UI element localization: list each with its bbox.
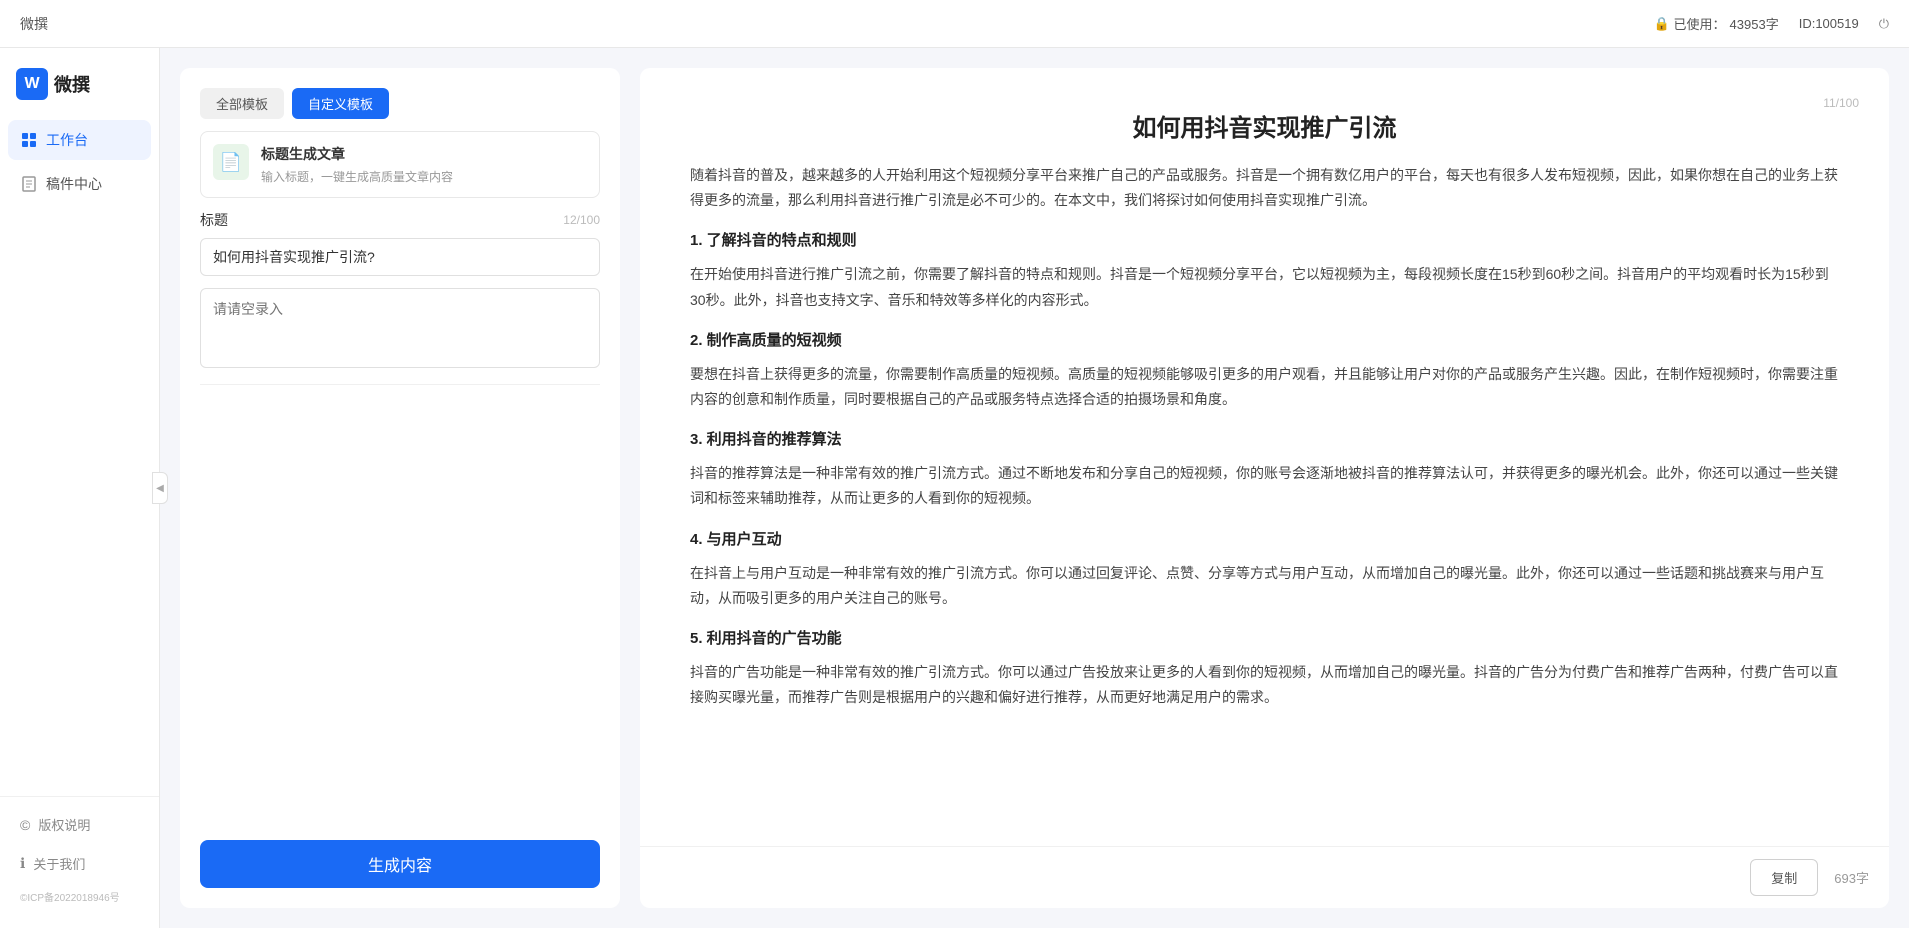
template-tabs: 全部模板 自定义模板: [200, 88, 600, 119]
title-label-row: 标题 12/100: [200, 210, 600, 230]
template-info: 标题生成文章 输入标题，一键生成高质量文章内容: [261, 144, 453, 185]
sidebar: W 微撰 工作台: [0, 48, 160, 928]
article-section-heading: 3. 利用抖音的推荐算法: [690, 426, 1839, 453]
top-bar-title: 微撰: [20, 14, 48, 34]
title-field-label: 标题: [200, 210, 228, 230]
template-name: 标题生成文章: [261, 144, 453, 164]
icp-text: ©ICP备2022018946号: [8, 885, 151, 908]
top-bar: 微撰 🔒 已使用： 43953字 ID:100519 ⏻: [0, 0, 1909, 48]
sidebar-nav: 工作台 稿件中心: [0, 120, 159, 796]
word-count: 693字: [1834, 868, 1869, 887]
article-body: 随着抖音的普及，越来越多的人开始利用这个短视频分享平台来推广自己的产品或服务。抖…: [640, 153, 1889, 846]
top-bar-right: 🔒 已使用： 43953字 ID:100519 ⏻: [1654, 14, 1889, 33]
brand-name: 微撰: [54, 71, 90, 97]
drafts-icon: [20, 175, 38, 193]
copyright-label: 版权说明: [38, 815, 90, 834]
sidebar-item-about[interactable]: ℹ 关于我们: [8, 846, 151, 881]
article-paragraph: 在开始使用抖音进行推广引流之前，你需要了解抖音的特点和规则。抖音是一个短视频分享…: [690, 262, 1839, 312]
sidebar-item-workbench[interactable]: 工作台: [8, 120, 151, 160]
user-id: ID:100519: [1799, 16, 1859, 31]
generate-button[interactable]: 生成内容: [200, 840, 600, 888]
sidebar-bottom: © 版权说明 ℹ 关于我们 ©ICP备2022018946号: [0, 796, 159, 928]
lock-icon: 🔒: [1654, 16, 1670, 32]
used-label: 🔒 已使用： 43953字: [1654, 14, 1779, 33]
left-panel: 全部模板 自定义模板 📄 标题生成文章 输入标题，一键生成高质量文章内容 标题 …: [180, 68, 620, 908]
article-section-heading: 1. 了解抖音的特点和规则: [690, 227, 1839, 254]
workbench-label: 工作台: [46, 130, 88, 150]
drafts-label: 稿件中心: [46, 174, 102, 194]
article-paragraph: 随着抖音的普及，越来越多的人开始利用这个短视频分享平台来推广自己的产品或服务。抖…: [690, 163, 1839, 213]
article-paragraph: 要想在抖音上获得更多的流量，你需要制作高质量的短视频。高质量的短视频能够吸引更多…: [690, 362, 1839, 412]
textarea-field-section: [200, 288, 600, 368]
article-section-heading: 5. 利用抖音的广告功能: [690, 625, 1839, 652]
used-label-text: 已使用：: [1674, 14, 1726, 33]
template-desc: 输入标题，一键生成高质量文章内容: [261, 168, 453, 185]
logo-area: W 微撰: [0, 58, 159, 120]
template-card-icon: 📄: [213, 144, 249, 180]
about-label: 关于我们: [33, 854, 85, 873]
panel-divider: [200, 384, 600, 385]
title-field-section: 标题 12/100: [200, 210, 600, 276]
tab-all-templates[interactable]: 全部模板: [200, 88, 284, 119]
power-icon[interactable]: ⏻: [1879, 16, 1889, 32]
template-card-headline[interactable]: 📄 标题生成文章 输入标题，一键生成高质量文章内容: [200, 131, 600, 198]
copyright-icon: ©: [20, 817, 30, 833]
title-char-count: 12/100: [563, 213, 600, 227]
article-section-heading: 4. 与用户互动: [690, 526, 1839, 553]
about-icon: ℹ: [20, 855, 25, 872]
sidebar-item-drafts[interactable]: 稿件中心: [8, 164, 151, 204]
logo-w-icon: W: [16, 68, 48, 100]
article-paragraph: 在抖音上与用户互动是一种非常有效的推广引流方式。你可以通过回复评论、点赞、分享等…: [690, 561, 1839, 611]
article-footer: 复制 693字: [640, 846, 1889, 908]
article-header: 如何用抖音实现推广引流 11/100: [640, 68, 1889, 153]
article-title: 如何用抖音实现推广引流: [1133, 88, 1397, 153]
main-layout: W 微撰 工作台: [0, 48, 1909, 928]
article-paragraph: 抖音的推荐算法是一种非常有效的推广引流方式。通过不断地发布和分享自己的短视频，你…: [690, 461, 1839, 511]
right-panel-wrapper: 如何用抖音实现推广引流 11/100 随着抖音的普及，越来越多的人开始利用这个短…: [640, 68, 1889, 908]
content-area: 全部模板 自定义模板 📄 标题生成文章 输入标题，一键生成高质量文章内容 标题 …: [160, 48, 1909, 928]
content-textarea[interactable]: [200, 288, 600, 368]
title-input[interactable]: [200, 238, 600, 276]
tab-custom-templates[interactable]: 自定义模板: [292, 88, 389, 119]
article-page-count: 11/100: [1823, 96, 1859, 110]
sidebar-item-copyright[interactable]: © 版权说明: [8, 807, 151, 842]
workbench-icon: [20, 131, 38, 149]
used-count: 43953字: [1730, 14, 1779, 33]
article-section-heading: 2. 制作高质量的短视频: [690, 327, 1839, 354]
copy-button[interactable]: 复制: [1750, 859, 1818, 896]
article-paragraph: 抖音的广告功能是一种非常有效的推广引流方式。你可以通过广告投放来让更多的人看到你…: [690, 660, 1839, 710]
sidebar-collapse-button[interactable]: ◀: [152, 472, 168, 504]
